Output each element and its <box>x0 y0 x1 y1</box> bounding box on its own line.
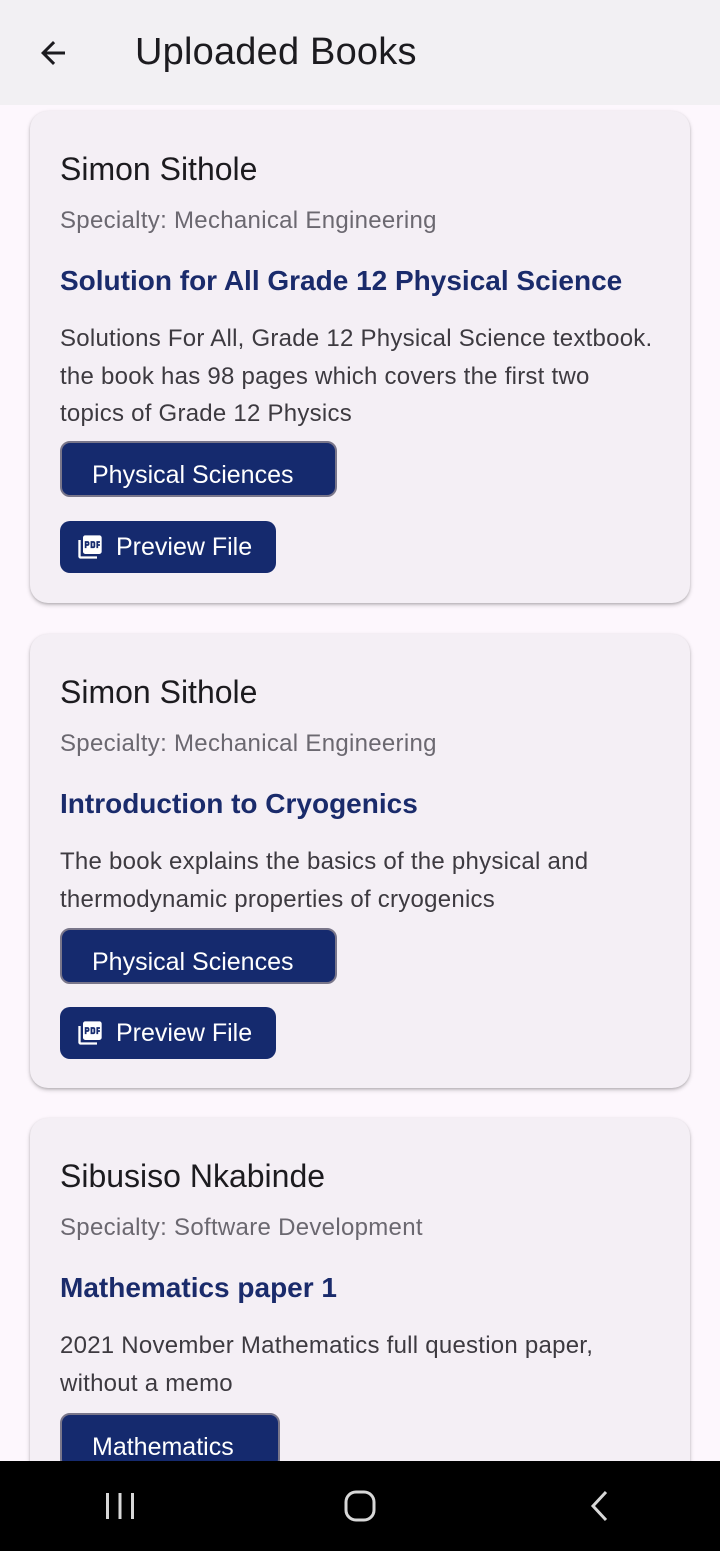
book-description: Solutions For All, Grade 12 Physical Sci… <box>60 325 653 427</box>
author-name: Sibusiso Nkabinde <box>60 1158 326 1194</box>
book-card: Sibusiso Nkabinde Specialty: Software De… <box>30 1118 690 1461</box>
author-specialty: Specialty: Mechanical Engineering <box>60 730 437 757</box>
home-button[interactable] <box>300 1461 420 1551</box>
author-specialty: Specialty: Mechanical Engineering <box>60 207 437 234</box>
subject-chip[interactable]: Mathematics <box>60 1413 280 1461</box>
preview-file-button[interactable]: Preview File <box>60 521 276 573</box>
author-name: Simon Sithole <box>60 674 258 710</box>
subject-chip[interactable]: Physical Sciences <box>60 441 337 497</box>
book-card: Simon Sithole Specialty: Mechanical Engi… <box>30 634 690 1088</box>
pdf-file-icon <box>76 533 104 561</box>
subject-chip[interactable]: Physical Sciences <box>60 928 337 984</box>
author-name: Simon Sithole <box>60 151 258 187</box>
nav-back-button[interactable] <box>540 1461 660 1551</box>
recents-button[interactable] <box>60 1461 180 1551</box>
author-specialty: Specialty: Software Development <box>60 1214 423 1241</box>
book-card: Simon Sithole Specialty: Mechanical Engi… <box>30 111 690 603</box>
app-screen: Uploaded Books Simon Sithole Specialty: … <box>0 0 720 1551</box>
preview-file-label: Preview File <box>116 532 253 561</box>
arrow-left-icon <box>41 40 65 65</box>
recents-icon <box>106 1493 134 1519</box>
book-title: Mathematics paper 1 <box>60 1272 337 1303</box>
book-list[interactable]: Simon Sithole Specialty: Mechanical Engi… <box>0 105 720 1461</box>
page-title: Uploaded Books <box>135 31 417 73</box>
preview-file-label: Preview File <box>116 1018 253 1047</box>
back-button[interactable] <box>25 25 81 81</box>
system-nav-bar <box>0 1461 720 1551</box>
home-icon <box>344 1490 376 1522</box>
book-title: Introduction to Cryogenics <box>60 788 418 819</box>
book-description: 2021 November Mathematics full question … <box>60 1332 594 1397</box>
book-description: The book explains the basics of the phys… <box>60 848 589 913</box>
pdf-file-icon <box>76 1019 104 1047</box>
app-bar: Uploaded Books <box>0 0 720 105</box>
nav-back-icon <box>590 1490 608 1522</box>
preview-file-button[interactable]: Preview File <box>60 1007 276 1059</box>
book-title: Solution for All Grade 12 Physical Scien… <box>60 265 623 296</box>
